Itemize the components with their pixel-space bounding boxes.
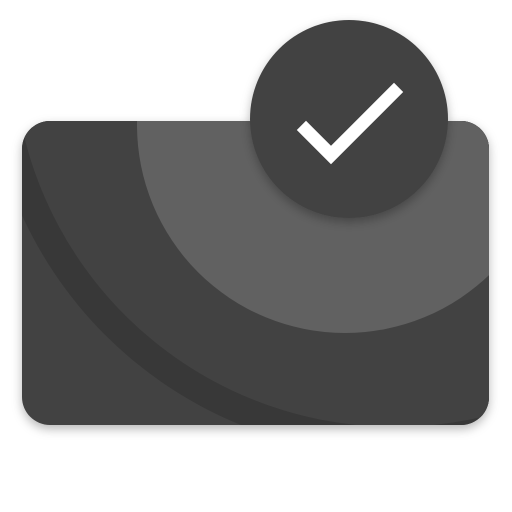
app-icon	[0, 0, 512, 512]
badge-circle	[250, 20, 448, 218]
check-badge	[250, 20, 448, 218]
card-check-icon	[22, 20, 489, 425]
